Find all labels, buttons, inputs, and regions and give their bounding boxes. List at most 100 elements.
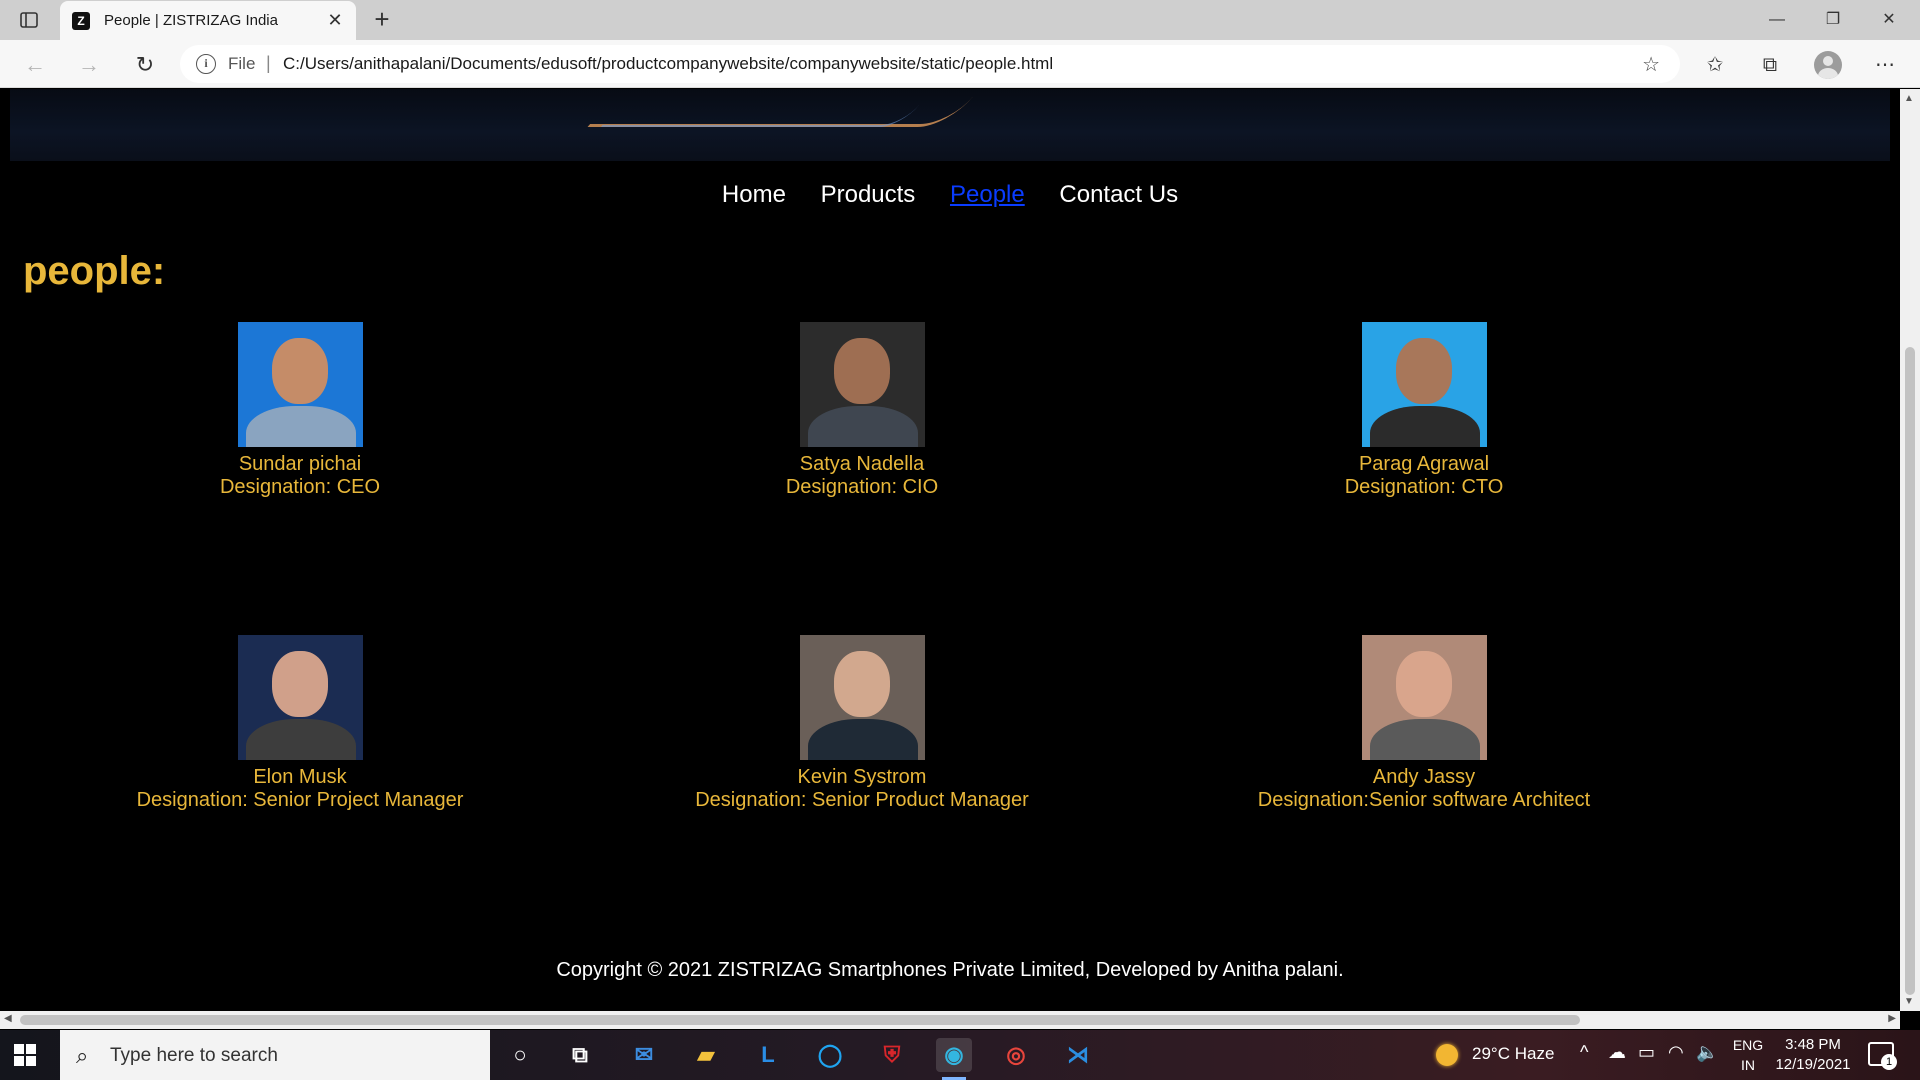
taskbar-search-box[interactable]: ⌕ Type here to search [60,1030,490,1080]
notification-count: 1 [1881,1054,1897,1070]
file-explorer-icon[interactable]: ▰ [688,1038,724,1072]
address-bar: ← → ↻ i File | C:/Users/anithapalani/Doc… [0,40,1920,88]
scroll-up-icon[interactable]: ▲ [1904,93,1914,104]
refresh-icon[interactable]: ↻ [130,50,160,80]
profile-icon[interactable] [1814,51,1842,79]
nav-products-link[interactable]: Products [821,181,916,209]
plus-icon[interactable]: + [368,6,396,34]
cortana-icon[interactable]: ○ [502,1038,538,1072]
person-photo-head [833,338,890,404]
person-designation: Designation:Senior software Architect [1257,789,1591,811]
browser-tab[interactable]: Z People | ZISTRIZAG India ✕ [60,1,356,40]
person-photo-body [1369,719,1480,760]
close-icon[interactable]: ✕ [324,9,346,31]
region-code: IN [1741,1057,1755,1073]
person-name: Parag Agrawal [1358,453,1490,475]
person-card: Kevin Systrom Designation: Senior Product… [582,635,1142,812]
person-photo-head [271,651,328,717]
url-scheme-label: File [228,54,256,73]
person-name: Andy Jassy [1372,766,1476,788]
person-card: Andy Jassy Designation:Senior software Ar… [1144,635,1704,812]
restore-icon[interactable]: ❐ [1810,4,1856,36]
vertical-scroll-thumb[interactable] [1905,347,1915,995]
person-photo [1361,322,1487,447]
collections-icon[interactable]: ⧉ [1757,52,1783,78]
window-close-icon[interactable]: ✕ [1866,4,1912,36]
search-icon: ⌕ [76,1043,89,1068]
person-designation: Designation: CEO [219,476,381,498]
language-code: ENG [1732,1037,1764,1053]
l-app-icon[interactable]: L [750,1038,786,1072]
site-favicon: Z [72,12,90,30]
taskbar-clock[interactable]: 3:48 PM 12/19/2021 [1768,1035,1858,1075]
tab-title: People | ZISTRIZAG India [104,12,278,29]
person-designation: Designation: CTO [1344,476,1504,498]
weather-text[interactable]: 29°C Haze [1472,1044,1554,1080]
person-designation: Designation: Senior Project Manager [136,789,464,811]
person-name: Satya Nadella [799,453,925,475]
person-photo-body [807,719,918,760]
more-icon[interactable]: ⋯ [1872,52,1898,78]
person-photo-head [271,338,328,404]
person-photo-body [807,406,918,447]
tab-actions-icon[interactable] [18,9,40,31]
person-photo [1361,635,1487,760]
wifi-icon[interactable]: ◠ [1668,1042,1684,1080]
page-viewport: Home Products People Contact Us people: … [0,89,1900,1011]
windows-start-icon[interactable] [14,1044,36,1066]
horizontal-scrollbar[interactable]: ◀ ▶ [0,1011,1900,1029]
person-designation: Designation: CIO [785,476,939,498]
minimize-icon[interactable]: — [1754,4,1800,36]
person-card: Parag Agrawal Designation: CTO [1144,322,1704,499]
url-text[interactable]: C:/Users/anithapalani/Documents/edusoft/… [283,54,1053,74]
tab-bar: Z People | ZISTRIZAG India ✕ + — ❐ ✕ [0,0,1920,40]
person-photo [799,322,925,447]
url-field[interactable]: i File | C:/Users/anithapalani/Documents… [180,45,1680,83]
hero-banner [10,89,1890,161]
url-separator: | [266,53,271,73]
scroll-right-icon[interactable]: ▶ [1888,1013,1896,1024]
forward-icon[interactable]: → [74,50,104,80]
clock-date: 12/19/2021 [1775,1056,1851,1073]
person-card: Satya Nadella Designation: CIO [582,322,1142,499]
circle-app-icon[interactable]: ◯ [812,1038,848,1072]
language-indicator[interactable]: ENG IN [1728,1035,1768,1075]
person-name: Sundar pichai [238,453,362,475]
vscode-icon[interactable]: ⋊ [1060,1038,1096,1072]
weather-icon[interactable] [1436,1044,1458,1066]
add-favorite-icon[interactable]: ☆ [1642,52,1660,77]
nav-contact-link[interactable]: Contact Us [1059,181,1178,209]
person-photo-body [245,719,356,760]
person-photo-head [833,651,890,717]
onedrive-icon[interactable]: ☁ [1608,1042,1626,1080]
person-card: Elon Musk Designation: Senior Project Man… [20,635,580,812]
person-photo-body [1369,406,1480,447]
task-view-icon[interactable]: ⧉ [562,1038,598,1072]
mail-icon[interactable]: ✉ [626,1038,662,1072]
person-card: Sundar pichai Designation: CEO [20,322,580,499]
favorites-icon[interactable]: ✩ [1702,52,1728,78]
vertical-scrollbar[interactable]: ▲ ▼ [1900,89,1920,1011]
horizontal-scroll-thumb[interactable] [20,1015,1580,1025]
back-icon[interactable]: ← [20,50,50,80]
chrome-icon[interactable]: ◎ [998,1038,1034,1072]
edge-icon[interactable]: ◉ [936,1038,972,1080]
info-icon[interactable]: i [196,54,216,74]
person-photo [799,635,925,760]
scroll-down-icon[interactable]: ▼ [1904,996,1914,1007]
windows-taskbar: ⌕ Type here to search ○ ⧉ ✉ ▰ L ◯ ⛨ ◉ ◎ ⋊ 29°C Ha… [0,1030,1920,1080]
shield-app-icon[interactable]: ⛨ [874,1038,910,1072]
person-photo-body [245,406,356,447]
volume-icon[interactable]: 🔈 [1696,1042,1718,1080]
scroll-left-icon[interactable]: ◀ [4,1013,12,1024]
nav-home-link[interactable]: Home [722,181,786,209]
nav-people-link[interactable]: People [950,181,1025,209]
clock-time: 3:48 PM [1785,1036,1841,1053]
person-designation: Designation: Senior Product Manager [695,789,1029,811]
main-nav: Home Products People Contact Us [0,181,1900,209]
person-photo [237,322,363,447]
footer-copyright: Copyright © 2021 ZISTRIZAG Smartphones P… [556,959,1344,981]
person-photo-head [1395,651,1452,717]
network-icon[interactable]: ▭ [1638,1042,1655,1080]
chevron-up-icon[interactable]: ^ [1580,1042,1588,1080]
